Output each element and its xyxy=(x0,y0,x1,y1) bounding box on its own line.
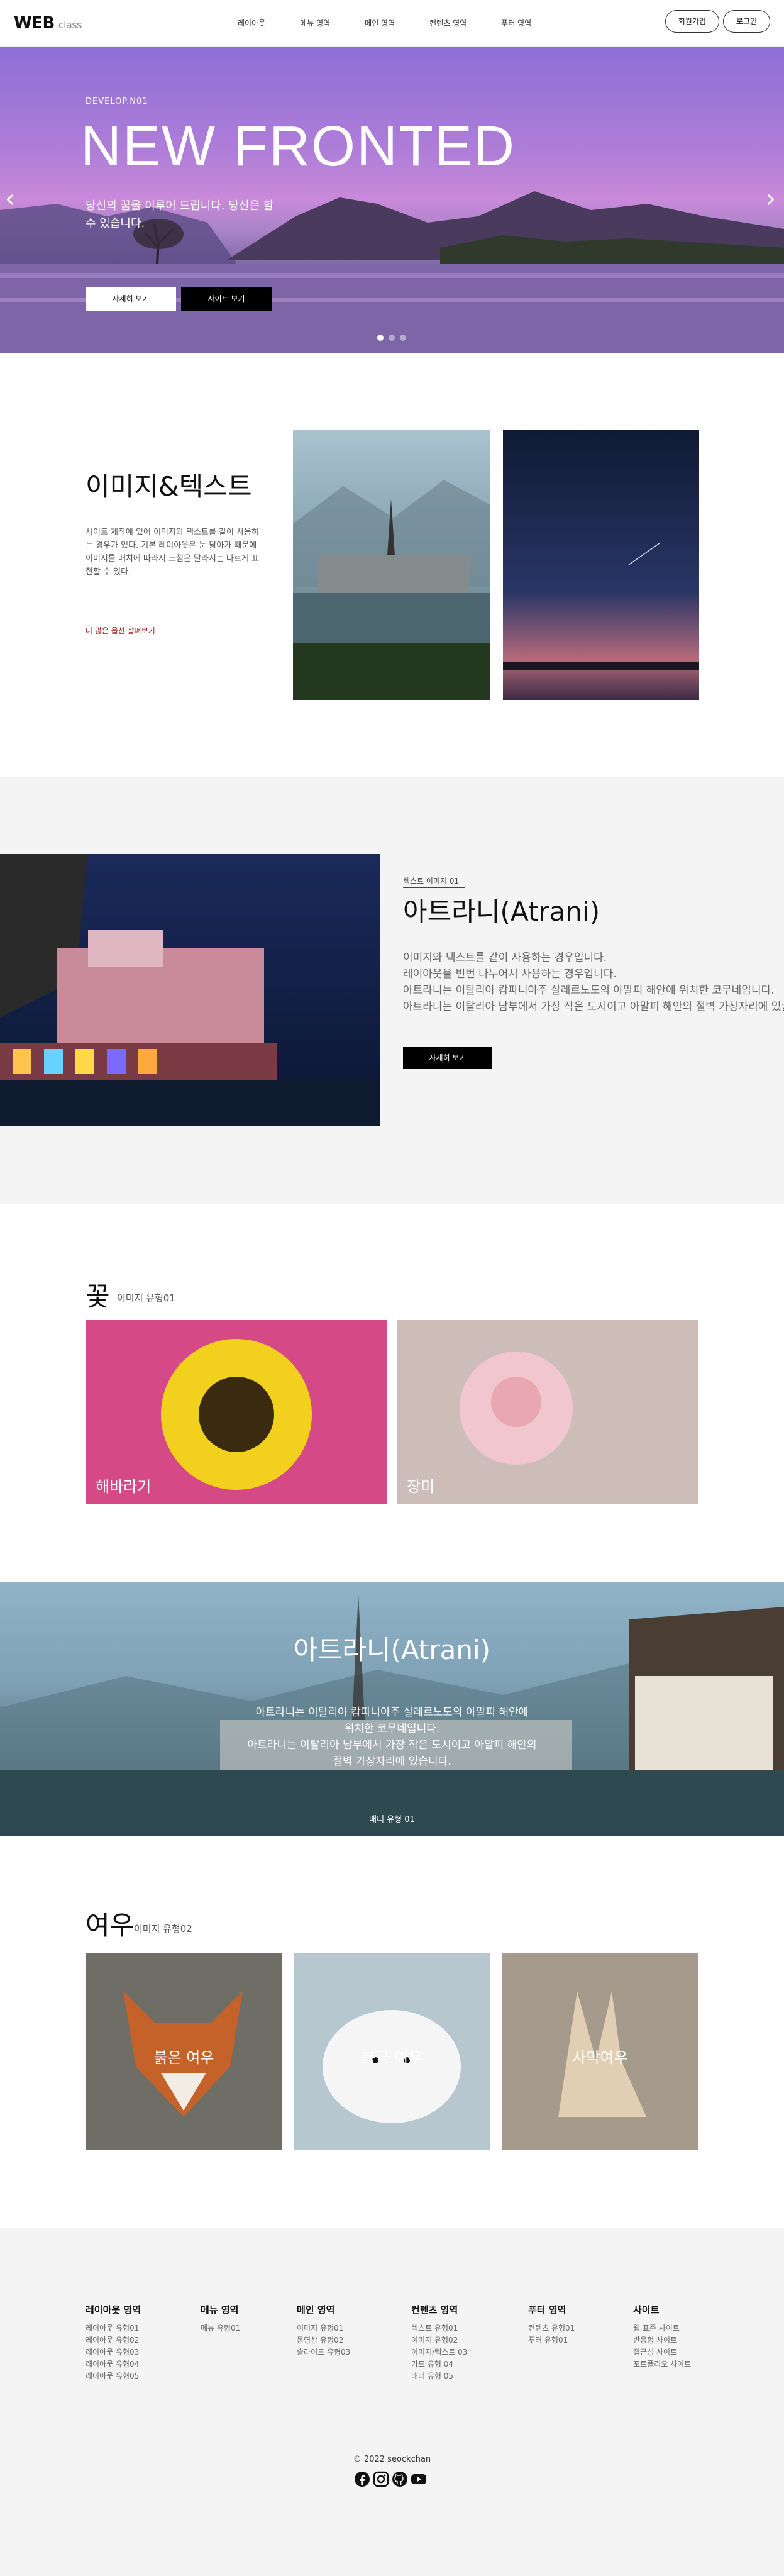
site-header: WEB class 레이아웃 메뉴 영역 메인 영역 컨텐츠 영역 푸터 영역 회… xyxy=(0,0,784,47)
logo-text: WEB xyxy=(14,14,55,33)
copyright: © 2022 seockchan xyxy=(353,2455,431,2464)
signup-button[interactable]: 회원가입 xyxy=(665,10,719,33)
banner-title: 아트라니(Atrani) xyxy=(293,1635,491,1665)
footer-column-footer: 푸터 영역 컨텐츠 유형01 푸터 유형01 xyxy=(528,2303,575,2346)
footer-link[interactable]: 카드 유형 04 xyxy=(411,2358,467,2370)
footer-link[interactable]: 메뉴 유형01 xyxy=(201,2323,240,2334)
github-icon[interactable] xyxy=(392,2471,408,2487)
nav-item-menu[interactable]: 메뉴 영역 xyxy=(300,18,330,28)
instagram-icon[interactable] xyxy=(373,2471,389,2487)
footer-column-sites: 사이트 웹 표준 사이트 반응형 사이트 접근성 사이트 포트폴리오 사이트 xyxy=(633,2303,691,2370)
footer-link[interactable]: 이미지 유형01 xyxy=(297,2323,350,2334)
footer-column-title: 메뉴 영역 xyxy=(201,2304,239,2316)
footer-link[interactable]: 배너 유형 05 xyxy=(411,2370,467,2382)
desc-line: 아트라니는 이탈리아 남부에서 가장 작은 도시이고 아말피 해안의 xyxy=(247,1739,537,1752)
chevron-right-icon[interactable]: › xyxy=(766,186,776,211)
footer-link[interactable]: 레이아웃 유형05 xyxy=(86,2370,141,2382)
footer-column-title: 푸터 영역 xyxy=(528,2304,566,2316)
banner-description: 아트라니는 이탈리아 캄파니아주 살레르노도의 아말피 해안에 위치한 코무네입… xyxy=(0,1704,784,1770)
slider-dot[interactable] xyxy=(389,335,395,341)
main-nav: 레이아웃 메뉴 영역 메인 영역 컨텐츠 영역 푸터 영역 xyxy=(238,18,566,28)
section-description: 이미지와 텍스트를 같이 사용하는 경우입니다. 레이아웃을 빈번 나누어서 사… xyxy=(403,950,784,1015)
footer-column-title: 컨텐츠 영역 xyxy=(411,2304,458,2316)
facebook-icon[interactable] xyxy=(354,2471,370,2487)
footer-link[interactable]: 텍스트 유형01 xyxy=(411,2323,467,2334)
section-subtitle: 이미지 유형02 xyxy=(134,1923,192,1935)
youtube-icon[interactable] xyxy=(411,2471,427,2487)
login-button[interactable]: 로그인 xyxy=(722,10,770,33)
footer-link[interactable]: 반응형 사이트 xyxy=(633,2334,691,2346)
footer-link[interactable]: 푸터 유형01 xyxy=(528,2334,575,2346)
social-links xyxy=(354,2471,429,2487)
slider-dots xyxy=(377,335,411,341)
section-title: 아트라니(Atrani) xyxy=(403,896,600,927)
footer-link[interactable]: 레이아웃 유형02 xyxy=(86,2334,141,2346)
desc-line: 절벽 가장자리에 있습니다. xyxy=(333,1755,451,1768)
section-title: 여우 xyxy=(86,1910,135,1941)
desc-line: 아트라니는 이탈리아 캄파니아주 살레르노도의 아말피 해안에 위치한 코무네입… xyxy=(403,984,775,997)
section-title: 꽃 xyxy=(86,1281,110,1312)
night-sky-image xyxy=(503,430,699,700)
footer-column-contents: 컨텐츠 영역 텍스트 유형01 이미지 유형02 이미지/텍스트 03 카드 유… xyxy=(411,2303,467,2382)
footer-link[interactable]: 웹 표준 사이트 xyxy=(633,2323,691,2334)
rose-image[interactable] xyxy=(397,1320,698,1504)
atrani-night-image xyxy=(0,854,380,1126)
footer-link[interactable]: 이미지 유형02 xyxy=(411,2334,467,2346)
footer-link[interactable]: 슬라이드 유형03 xyxy=(297,2346,350,2358)
footer-link[interactable]: 컨텐츠 유형01 xyxy=(528,2323,575,2334)
nav-item-main[interactable]: 메인 영역 xyxy=(365,18,395,28)
auth-buttons: 회원가입 로그인 xyxy=(661,10,770,33)
hero-slider: DEVELOP.N01 NEW FRONTED 당신의 꿈을 이루어 드립니다.… xyxy=(0,47,784,353)
footer-link[interactable]: 레이아웃 유형01 xyxy=(86,2323,141,2334)
nav-item-layout[interactable]: 레이아웃 xyxy=(238,18,265,28)
nav-item-footer[interactable]: 푸터 영역 xyxy=(501,18,531,28)
nav-item-contents[interactable]: 컨텐츠 영역 xyxy=(429,18,467,28)
footer-link[interactable]: 포트폴리오 사이트 xyxy=(633,2358,691,2370)
footer-link[interactable]: 이미지/텍스트 03 xyxy=(411,2346,467,2358)
footer-link[interactable]: 접근성 사이트 xyxy=(633,2346,691,2358)
footer-link[interactable]: 레이아웃 유형03 xyxy=(86,2346,141,2358)
section-kicker: 텍스트 이미지 01 xyxy=(403,877,460,886)
hero-kicker: DEVELOP.N01 xyxy=(86,97,148,106)
fox-caption: 붉은 여우 xyxy=(153,2049,214,2067)
logo-sub: class xyxy=(58,19,82,31)
footer-column-title: 레이아웃 영역 xyxy=(86,2304,141,2316)
section-description: 사이트 제작에 있어 이미지와 텍스트를 같이 사용하는 경우가 있다. 기본 … xyxy=(86,528,259,577)
desc-line: 이미지와 텍스트를 같이 사용하는 경우입니다. xyxy=(403,952,607,964)
site-logo[interactable]: WEB class xyxy=(14,14,82,33)
footer-column-title: 사이트 xyxy=(633,2304,660,2316)
banner-link[interactable]: 배너 유형 01 xyxy=(0,1813,784,1824)
hero-site-button[interactable]: 사이트 보기 xyxy=(181,287,272,311)
flower-caption: 해바라기 xyxy=(96,1478,152,1496)
section-subtitle: 이미지 유형01 xyxy=(117,1292,175,1304)
hallstatt-image xyxy=(293,430,490,700)
more-options-link[interactable]: 더 많은 옵션 살펴보기 xyxy=(86,625,155,636)
desc-line: 아트라니는 이탈리아 캄파니아주 살레르노도의 아말피 해안에 xyxy=(255,1706,529,1719)
desc-line: 아트라니는 이탈리아 남부에서 가장 작은 도시이고 아말피 해안의 절벽 가장… xyxy=(403,1001,784,1013)
footer-column-main: 메인 영역 이미지 유형01 동영상 유형02 슬라이드 유형03 xyxy=(297,2303,350,2358)
hero-more-button[interactable]: 자세히 보기 xyxy=(86,287,176,311)
hero-description: 당신의 꿈을 이루어 드립니다. 당신은 할 수 있습니다. xyxy=(86,199,274,230)
desc-line: 레이아웃을 빈번 나누어서 사용하는 경우입니다. xyxy=(403,968,617,980)
fox-caption: 북극 여우 xyxy=(362,2049,422,2067)
footer-link[interactable]: 레이아웃 유형04 xyxy=(86,2358,141,2370)
fox-caption: 사막여우 xyxy=(572,2049,628,2067)
desc-line: 위치한 코무네입니다. xyxy=(344,1723,440,1735)
footer-column-layout: 레이아웃 영역 레이아웃 유형01 레이아웃 유형02 레이아웃 유형03 레이… xyxy=(86,2303,141,2382)
site-footer xyxy=(0,2228,784,2576)
kicker-underline xyxy=(403,887,465,888)
footer-column-title: 메인 영역 xyxy=(297,2304,335,2316)
details-button[interactable]: 자세히 보기 xyxy=(403,1046,492,1069)
hero-title: NEW FRONTED xyxy=(80,115,516,178)
slider-dot[interactable] xyxy=(400,335,406,341)
section-title: 이미지&텍스트 xyxy=(86,471,252,502)
footer-link[interactable]: 동영상 유형02 xyxy=(297,2334,350,2346)
chevron-left-icon[interactable]: ‹ xyxy=(5,186,15,211)
footer-column-menu: 메뉴 영역 메뉴 유형01 xyxy=(201,2303,240,2334)
flower-caption: 장미 xyxy=(407,1478,435,1496)
slider-dot[interactable] xyxy=(377,335,384,341)
